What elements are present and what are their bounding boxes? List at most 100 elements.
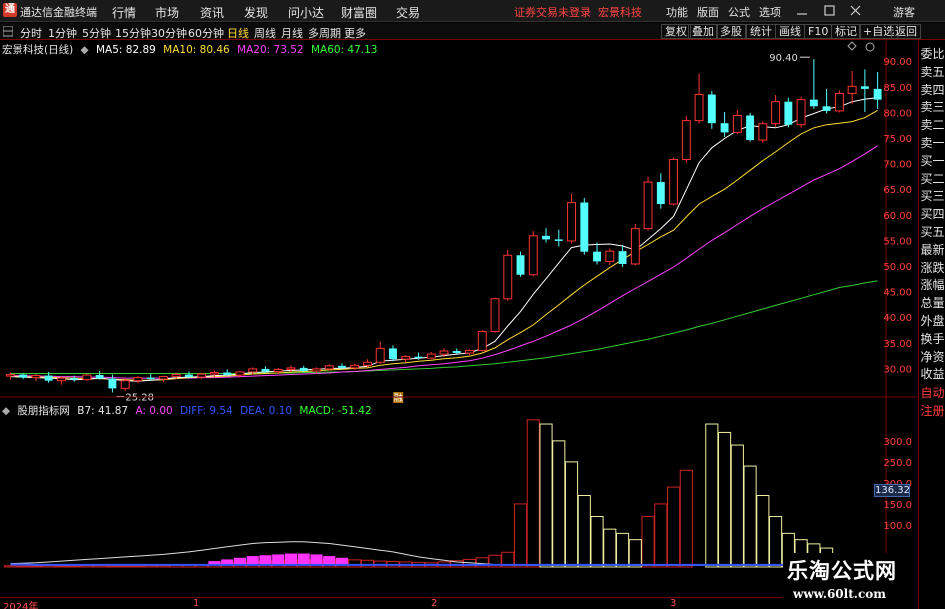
side-panel-item[interactable]: 委比 bbox=[920, 45, 945, 63]
candle bbox=[31, 374, 41, 382]
price-info-line: 宏景科技(日线) ◆ MA5: 82.89 MA10: 80.46 MA20: … bbox=[2, 42, 382, 57]
btn-fuquan[interactable]: 复权 bbox=[661, 24, 691, 39]
btn-diejia[interactable]: 叠加 bbox=[688, 24, 718, 39]
tool-gongshi[interactable]: 公式 bbox=[728, 4, 750, 20]
grid-menu-icon[interactable] bbox=[3, 26, 13, 37]
indicator-bar-red bbox=[67, 565, 81, 568]
indicator-bar-white bbox=[539, 423, 553, 568]
period-1min[interactable]: 1分钟 bbox=[48, 25, 77, 41]
tool-banmian[interactable]: 版面 bbox=[697, 4, 719, 20]
period-multi[interactable]: 多周期 bbox=[308, 25, 341, 41]
macd-label: MACD: -51.42 bbox=[299, 405, 372, 417]
candle bbox=[223, 369, 232, 376]
date-label-1: 1 bbox=[193, 598, 200, 609]
candle bbox=[860, 69, 869, 112]
period-5min[interactable]: 5分钟 bbox=[82, 25, 111, 41]
period-weekly[interactable]: 周线 bbox=[254, 25, 276, 41]
menu-wenxiaoda[interactable]: 问小达 bbox=[288, 4, 324, 21]
indicator-bar-red bbox=[16, 565, 30, 568]
dea-label: DEA: 0.10 bbox=[240, 405, 293, 417]
side-panel-item[interactable]: 买四 bbox=[920, 205, 945, 223]
side-panel-item[interactable]: 卖四 bbox=[920, 81, 945, 99]
menu-zixun[interactable]: 资讯 bbox=[200, 4, 224, 21]
restore-icon[interactable] bbox=[824, 5, 835, 16]
menu-shichang[interactable]: 市场 bbox=[155, 4, 179, 21]
watermark-url: www.60lt.com bbox=[793, 587, 886, 601]
ma60-line bbox=[10, 280, 878, 374]
indicator-bar-red bbox=[29, 565, 43, 568]
toggle-diamond-icon: ◆ bbox=[80, 44, 89, 56]
period-30min[interactable]: 30分钟 bbox=[151, 25, 187, 41]
side-panel-item[interactable]: 买二 bbox=[920, 170, 945, 188]
indicator-bar-white bbox=[730, 444, 744, 568]
side-panel-bottom-item[interactable]: 自动 bbox=[920, 384, 945, 402]
ma10-line bbox=[10, 109, 878, 381]
side-panel-item[interactable]: 买五 bbox=[920, 223, 945, 241]
trade-login-notice[interactable]: 证券交易未登录 宏景科技 bbox=[514, 4, 642, 20]
chart-area[interactable]: 90.40 25.28 融 90.00 85.00 80.00 75.00 70.00 65.… bbox=[0, 41, 918, 597]
btn-duogu[interactable]: 多股 bbox=[716, 24, 746, 39]
period-monthly[interactable]: 月线 bbox=[281, 25, 303, 41]
side-panel-item[interactable]: 卖一 bbox=[920, 134, 945, 152]
side-panel-item[interactable]: 收益 bbox=[920, 365, 945, 383]
app-logo-icon: 通 bbox=[3, 3, 17, 17]
side-panel-item[interactable]: 总量 bbox=[920, 294, 945, 312]
btn-biaoji[interactable]: 标记 bbox=[831, 24, 861, 39]
watermark: 乐淘公式网 www.60lt.com bbox=[783, 553, 918, 607]
watermark-title: 乐淘公式网 bbox=[787, 559, 897, 583]
period-more[interactable]: 更多 bbox=[344, 25, 366, 41]
period-fenshi[interactable]: 分时 bbox=[20, 25, 42, 41]
candle bbox=[834, 90, 844, 113]
menu-jiaoyi[interactable]: 交易 bbox=[396, 4, 420, 21]
price-tick-label: 50.00 bbox=[883, 262, 912, 273]
tool-gongneng[interactable]: 功能 bbox=[666, 4, 688, 20]
ma10-label: MA10: 80.46 bbox=[163, 44, 230, 56]
btn-huaxian[interactable]: 画线 bbox=[775, 24, 805, 39]
tool-xuanxiang[interactable]: 选项 bbox=[759, 4, 781, 20]
period-60min[interactable]: 60分钟 bbox=[188, 25, 224, 41]
btn-tongji[interactable]: 统计 bbox=[746, 24, 776, 39]
menu-caifuquan[interactable]: 财富圈 bbox=[341, 4, 377, 21]
close-icon[interactable] bbox=[850, 5, 861, 16]
menu-hangqing[interactable]: 行情 bbox=[112, 4, 136, 21]
indicator-bar-white bbox=[718, 431, 732, 568]
btn-f10[interactable]: F10 bbox=[804, 24, 833, 39]
chart-title: 宏景科技(日线) bbox=[2, 44, 74, 56]
period-daily[interactable]: 日线 bbox=[227, 25, 249, 41]
circle-icon bbox=[865, 42, 875, 52]
indicator-tick-label: 250.0 bbox=[883, 458, 912, 469]
guest-label[interactable]: 游客 bbox=[893, 4, 915, 20]
candle bbox=[120, 378, 130, 391]
side-panel-item[interactable]: 外盘 bbox=[920, 312, 945, 330]
indicator-bar-white bbox=[756, 495, 770, 568]
app-title: 通达信金融终端 bbox=[20, 6, 97, 19]
candle bbox=[133, 376, 143, 384]
indicator-bar-white bbox=[769, 516, 783, 568]
period-15min[interactable]: 15分钟 bbox=[115, 25, 151, 41]
side-panel-item[interactable]: 换手 bbox=[920, 330, 945, 348]
candle bbox=[528, 231, 538, 277]
indicator-bar-red bbox=[80, 565, 94, 568]
candle bbox=[707, 90, 716, 129]
indicator-bar-magenta bbox=[284, 553, 298, 566]
side-panel-item[interactable]: 涨幅 bbox=[920, 276, 945, 294]
candle bbox=[847, 70, 857, 105]
date-label-2024: 2024年 bbox=[3, 602, 39, 609]
menu-faxian[interactable]: 发现 bbox=[244, 4, 268, 21]
indicator-bar-white bbox=[552, 440, 566, 568]
chart-corner-icons bbox=[847, 41, 875, 52]
side-panel-item[interactable]: 最新 bbox=[920, 241, 945, 259]
indicator-bar-red bbox=[679, 469, 693, 568]
btn-back[interactable]: 返回 bbox=[891, 24, 921, 39]
side-panel-item[interactable]: 涨跌 bbox=[920, 259, 945, 277]
side-panel-bottom-item[interactable]: 注册 bbox=[920, 402, 945, 420]
candle bbox=[618, 245, 627, 268]
quote-side-panel: 委比 卖五 卖四 卖三 卖二 卖一 买一 买二 买三 买四 买五 最新 涨跌 涨幅 总量 外盘 换手 净资 收益 自动… bbox=[918, 41, 945, 609]
side-panel-item[interactable]: 卖二 bbox=[920, 116, 945, 134]
side-panel-item[interactable]: 卖三 bbox=[920, 98, 945, 116]
side-panel-item[interactable]: 净资 bbox=[920, 348, 945, 366]
side-panel-item[interactable]: 卖五 bbox=[920, 63, 945, 81]
side-panel-item[interactable]: 买三 bbox=[920, 187, 945, 205]
price-tick-label: 30.00 bbox=[883, 364, 912, 375]
side-panel-item[interactable]: 买一 bbox=[920, 152, 945, 170]
